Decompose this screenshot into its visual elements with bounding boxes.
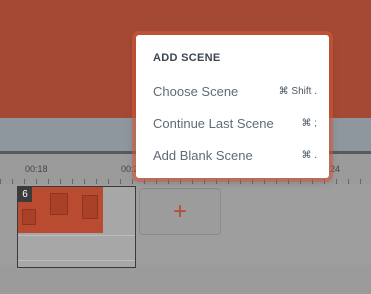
clip-audio-lines (18, 235, 135, 261)
menu-item-continue-last-scene[interactable]: Continue Last Scene ⌘ ; (136, 112, 329, 138)
add-scene-menu: ADD SCENE Choose Scene ⌘ Shift . Continu… (136, 35, 329, 178)
menu-item-label: Choose Scene (153, 84, 239, 99)
tick-label: 00:18 (25, 164, 48, 174)
menu-item-shortcut: ⌘ . (301, 150, 317, 161)
tick-label: 24 (330, 164, 341, 174)
menu-item-label: Add Blank Scene (153, 148, 253, 163)
thumbnail-chair (22, 209, 36, 225)
menu-header: ADD SCENE (153, 52, 221, 64)
menu-item-shortcut: ⌘ ; (301, 118, 317, 129)
plus-icon: + (172, 197, 187, 225)
menu-item-choose-scene[interactable]: Choose Scene ⌘ Shift . (136, 80, 329, 106)
scene-number-badge: 6 (18, 187, 32, 202)
thumbnail-door (82, 195, 98, 219)
menu-item-label: Continue Last Scene (153, 116, 274, 131)
menu-item-add-blank-scene[interactable]: Add Blank Scene ⌘ . (136, 144, 329, 170)
add-scene-button[interactable]: + (139, 188, 221, 235)
thumbnail-window (50, 193, 68, 215)
scene-clip[interactable]: 6 (17, 186, 136, 268)
menu-item-shortcut: ⌘ Shift . (278, 86, 317, 97)
